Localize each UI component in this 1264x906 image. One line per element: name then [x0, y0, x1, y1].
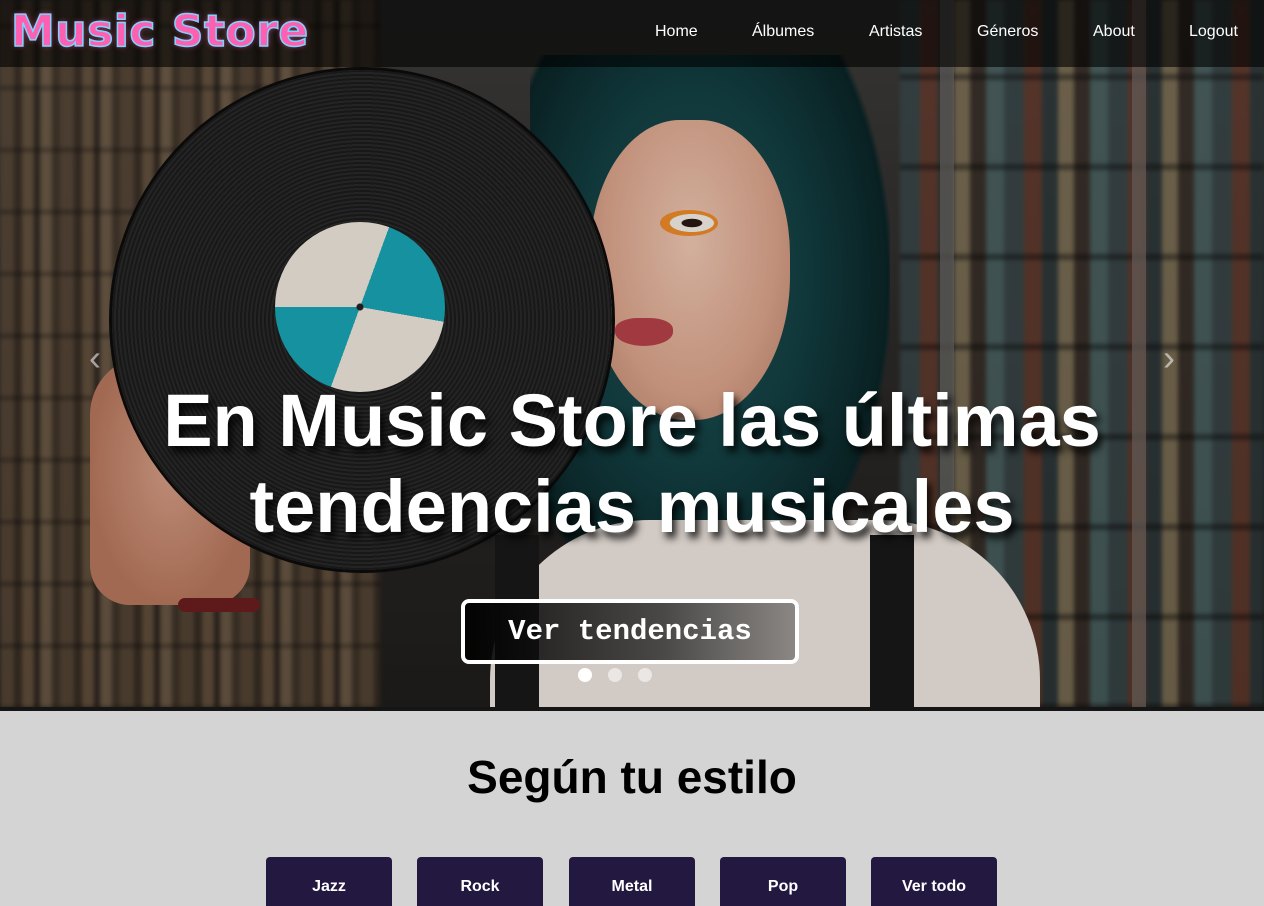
genre-button-jazz[interactable]: Jazz	[266, 857, 392, 906]
chevron-right-icon[interactable]: ›	[1154, 340, 1184, 376]
hero-divider	[0, 707, 1264, 711]
section-title: Según tu estilo	[467, 751, 797, 803]
nav-generos[interactable]: Géneros	[977, 23, 1038, 41]
nav-about[interactable]: About	[1093, 23, 1135, 41]
navbar: Music Store Home Álbumes Artistas Género…	[0, 0, 1264, 67]
carousel-dot-2[interactable]	[608, 668, 622, 682]
nav-logout[interactable]: Logout	[1189, 23, 1238, 41]
genre-button-metal[interactable]: Metal	[569, 857, 695, 906]
hero-title: En Music Store las últimas tendencias mu…	[0, 378, 1264, 550]
nav-artistas[interactable]: Artistas	[869, 23, 922, 41]
carousel-indicators	[578, 668, 688, 684]
ver-tendencias-button[interactable]: Ver tendencias	[461, 599, 799, 664]
hero-carousel: En Music Store las últimas tendencias mu…	[0, 0, 1264, 710]
nav-home[interactable]: Home	[655, 23, 698, 41]
genre-button-ver-todo[interactable]: Ver todo	[871, 857, 997, 906]
genre-button-rock[interactable]: Rock	[417, 857, 543, 906]
genre-button-pop[interactable]: Pop	[720, 857, 846, 906]
hero-title-line1: En Music Store las últimas	[163, 379, 1101, 462]
carousel-dot-1[interactable]	[578, 668, 592, 682]
chevron-left-icon[interactable]: ‹	[80, 340, 110, 376]
hero-title-line2: tendencias musicales	[249, 465, 1015, 548]
carousel-dot-3[interactable]	[638, 668, 652, 682]
music-store-logo[interactable]: Music Store	[10, 7, 309, 57]
nav-albumes[interactable]: Álbumes	[752, 23, 814, 41]
